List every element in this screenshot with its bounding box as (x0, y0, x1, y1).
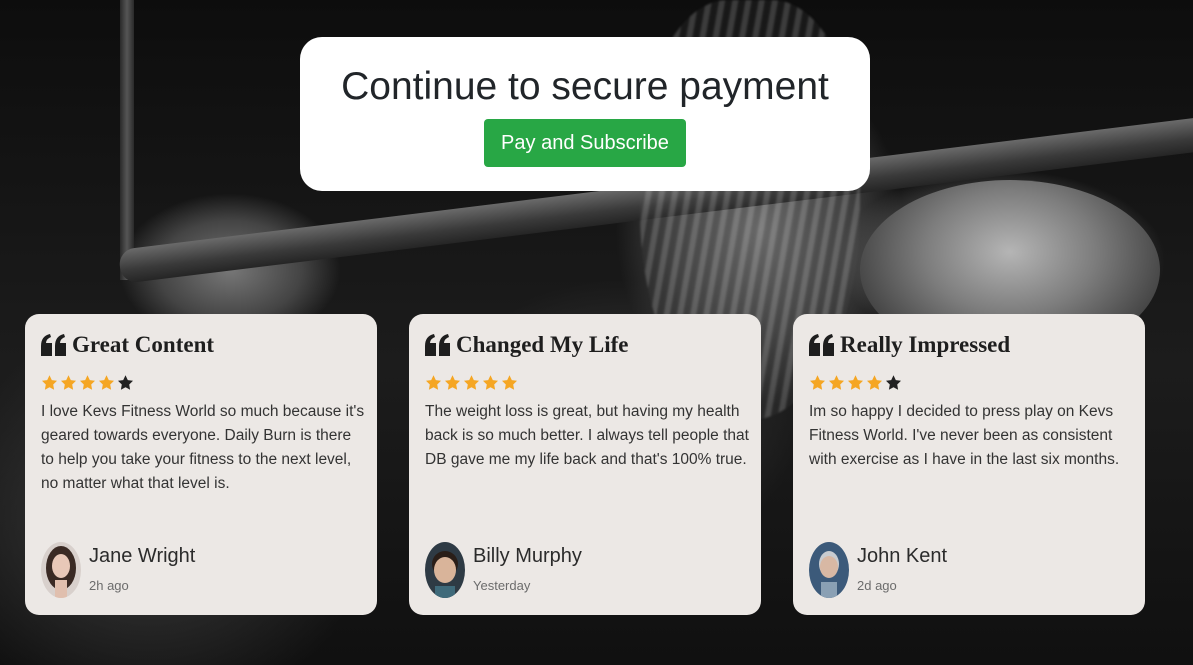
payment-title: Continue to secure payment (341, 65, 829, 108)
avatar (809, 542, 849, 598)
avatar (41, 542, 81, 598)
review-time: 2h ago (89, 578, 129, 593)
star-rating (809, 374, 1129, 394)
star-filled-icon (61, 375, 76, 390)
star-filled-icon (42, 375, 57, 390)
avatar (425, 542, 465, 598)
star-filled-icon (810, 375, 825, 390)
star-filled-icon (867, 375, 882, 390)
star-filled-icon (483, 375, 498, 390)
review-title: Really Impressed (840, 332, 1011, 357)
payment-card: Continue to secure payment Pay and Subsc… (300, 37, 870, 191)
reviewer-name: Jane Wright (89, 545, 196, 567)
review-text: Im so happy I decided to press play on K… (809, 403, 1120, 468)
reviewer: John Kent 2d ago (809, 542, 947, 598)
reviewer-name: John Kent (857, 545, 948, 567)
review-header: Changed My Life (425, 330, 745, 360)
quote-left-icon (425, 334, 450, 356)
review-time: Yesterday (473, 578, 531, 593)
review-card: Really Impressed Im so happy I decided t… (793, 314, 1145, 615)
pay-and-subscribe-button[interactable]: Pay and Subscribe (484, 119, 686, 167)
gym-pole (120, 0, 134, 280)
star-filled-icon (80, 375, 95, 390)
star-empty-icon (118, 375, 133, 390)
star-filled-icon (829, 375, 844, 390)
star-rating (425, 374, 745, 394)
review-card: Changed My Life The weight loss is great… (409, 314, 761, 615)
star-filled-icon (426, 375, 441, 390)
star-rating (41, 374, 361, 394)
star-filled-icon (848, 375, 863, 390)
reviewer: Jane Wright 2h ago (41, 542, 195, 598)
review-header: Really Impressed (809, 330, 1129, 360)
star-filled-icon (464, 375, 479, 390)
review-header: Great Content (41, 330, 361, 360)
review-text: The weight loss is great, but having my … (425, 403, 749, 468)
review-title: Great Content (72, 332, 215, 357)
star-filled-icon (445, 375, 460, 390)
reviewer: Billy Murphy Yesterday (425, 542, 582, 598)
star-filled-icon (502, 375, 517, 390)
review-card: Great Content I love Kevs Fitness World … (25, 314, 377, 615)
reviewer-name: Billy Murphy (473, 545, 582, 567)
quote-left-icon (41, 334, 66, 356)
review-time: 2d ago (857, 578, 897, 593)
review-title: Changed My Life (456, 332, 629, 357)
star-empty-icon (886, 375, 901, 390)
quote-left-icon (809, 334, 834, 356)
star-filled-icon (99, 375, 114, 390)
review-text: I love Kevs Fitness World so much becaus… (41, 403, 365, 492)
